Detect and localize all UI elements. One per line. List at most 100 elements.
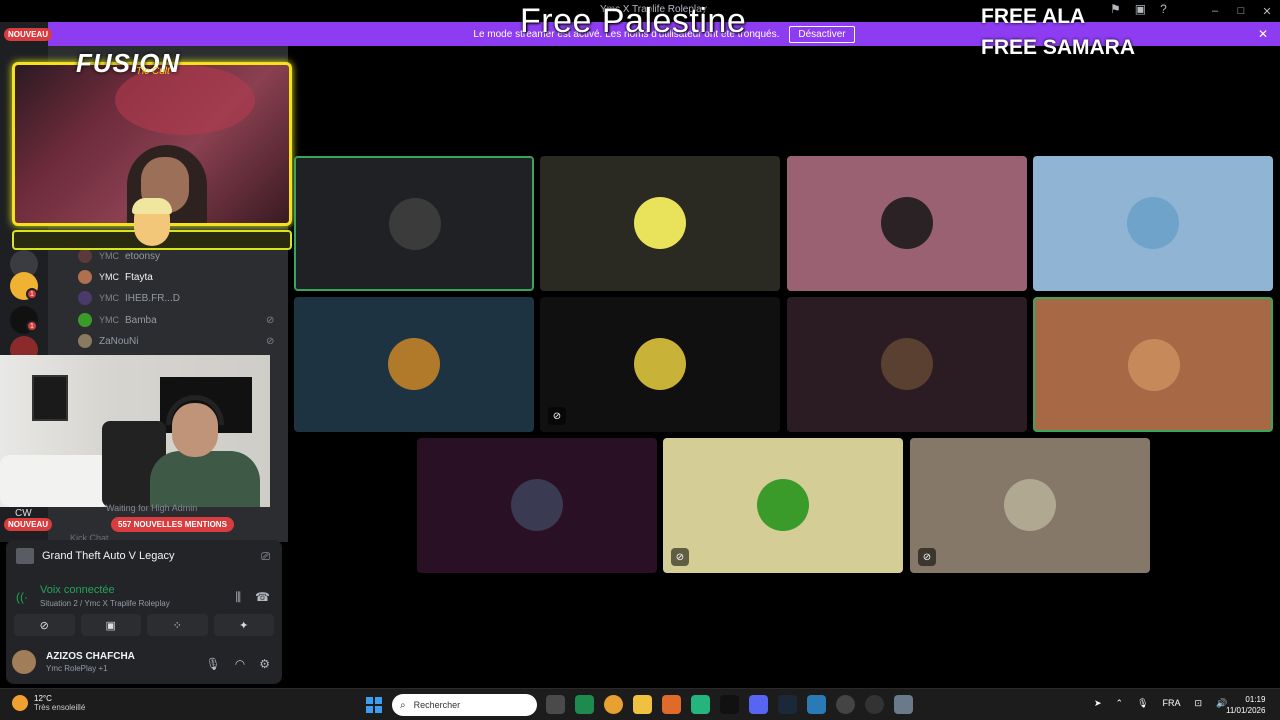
voice-tile[interactable] bbox=[294, 297, 534, 432]
voice-tile[interactable]: ⊘ bbox=[663, 438, 903, 573]
activities-button[interactable]: ⁘ bbox=[147, 614, 208, 636]
voice-member[interactable]: YMC IHEB.FR...D bbox=[78, 289, 180, 307]
voice-member[interactable]: YMC Ftayta bbox=[78, 268, 153, 286]
search-icon: ⌕ bbox=[400, 699, 406, 711]
avatar bbox=[12, 650, 36, 674]
weather-temp: 12°C bbox=[34, 694, 52, 703]
activity-row: Grand Theft Auto V Legacy bbox=[16, 548, 175, 564]
avatar bbox=[881, 338, 933, 390]
new-badge: NOUVEAU bbox=[4, 28, 53, 41]
avatar bbox=[881, 197, 933, 249]
avatar bbox=[389, 198, 441, 250]
muted-mic-icon: ⊘ bbox=[266, 315, 275, 326]
username: AZIZOS CHAFCHA bbox=[46, 651, 135, 662]
screen-icon[interactable]: ▣ bbox=[1135, 2, 1146, 16]
overlay-text: FREE SAMARA bbox=[981, 36, 1136, 59]
close-icon[interactable]: ✕ bbox=[1258, 27, 1268, 41]
voice-tile[interactable] bbox=[787, 156, 1027, 291]
noise-suppression-icon[interactable]: ⫼ bbox=[236, 590, 242, 605]
microphone-icon[interactable]: 🎙 bbox=[1137, 698, 1148, 709]
voice-action-row: ⊘ ▣ ⁘ ✦ bbox=[14, 614, 274, 636]
signal-icon[interactable]: ((· bbox=[16, 590, 28, 604]
voice-tile[interactable] bbox=[417, 438, 657, 573]
avatar bbox=[634, 197, 686, 249]
close-window-button[interactable]: ✕ bbox=[1254, 0, 1280, 22]
search-placeholder: Rechercher bbox=[413, 700, 461, 710]
maximize-button[interactable]: □ bbox=[1228, 0, 1254, 22]
fusion-subtitle: Tic Cult bbox=[136, 66, 170, 77]
user-status: Ymc RolePlay +1 bbox=[46, 664, 108, 673]
voice-member[interactable]: ZaNouNi bbox=[78, 332, 138, 350]
discord-icon[interactable] bbox=[749, 695, 768, 714]
clock[interactable]: 01:19 11/01/2026 bbox=[1226, 694, 1265, 716]
avatar bbox=[78, 249, 92, 263]
disconnect-icon[interactable]: ☎ bbox=[255, 590, 270, 605]
avatar bbox=[388, 338, 440, 390]
camera-off-button[interactable]: ⊘ bbox=[14, 614, 75, 636]
new-mentions-pill[interactable]: 557 NOUVELLES MENTIONS bbox=[111, 517, 234, 532]
unread-badge: 1 bbox=[26, 288, 38, 300]
app-icon[interactable] bbox=[807, 695, 826, 714]
gear-icon[interactable]: ⚙ bbox=[259, 657, 270, 671]
title-bar-icons: ⚑ ▣ ? bbox=[1110, 2, 1167, 16]
voice-tile[interactable] bbox=[294, 156, 534, 291]
app-icon[interactable] bbox=[662, 695, 681, 714]
avatar bbox=[78, 313, 92, 327]
voice-tile[interactable] bbox=[1033, 156, 1273, 291]
voice-tile[interactable] bbox=[1033, 297, 1273, 432]
screen: Ymc X Traplife Roleplay ⚑ ▣ ? – □ ✕ Le m… bbox=[0, 0, 1280, 720]
task-view-icon[interactable] bbox=[546, 695, 565, 714]
flag-icon[interactable]: ⚑ bbox=[1110, 2, 1121, 16]
new-badge: NOUVEAU bbox=[4, 518, 53, 531]
app-icon[interactable] bbox=[836, 695, 855, 714]
muted-mic-icon: ⊘ bbox=[548, 407, 566, 425]
headphones-icon[interactable]: ◠ bbox=[235, 657, 245, 671]
voice-member[interactable]: YMC Bamba bbox=[78, 311, 157, 329]
language-indicator[interactable]: FRA bbox=[1163, 698, 1181, 709]
weather-desc: Très ensoleillé bbox=[34, 703, 86, 712]
chevron-up-icon[interactable]: ⌃ bbox=[1116, 698, 1124, 709]
help-icon[interactable]: ? bbox=[1160, 2, 1167, 16]
taskbar-search[interactable]: ⌕ Rechercher bbox=[392, 694, 537, 716]
unread-badge: 1 bbox=[26, 320, 38, 332]
avatar bbox=[757, 479, 809, 531]
stream-icon[interactable]: ⎚ bbox=[261, 551, 270, 564]
chrome-icon[interactable] bbox=[604, 695, 623, 714]
disable-streamer-mode-button[interactable]: Désactiver bbox=[789, 25, 855, 43]
minimize-button[interactable]: – bbox=[1202, 0, 1228, 22]
channel-item[interactable]: Waiting for High Admin bbox=[106, 503, 197, 513]
taskbar: 12°C Très ensoleillé ⌕ Rechercher ➤ ⌃ 🎙 … bbox=[0, 688, 1280, 720]
media-player-icon[interactable] bbox=[865, 695, 884, 714]
voice-channel-path[interactable]: Situation 2 / Ymc X Traplife Roleplay bbox=[40, 599, 170, 608]
windows-start-icon[interactable] bbox=[366, 697, 382, 713]
voice-tile[interactable] bbox=[540, 156, 780, 291]
steam-icon[interactable] bbox=[778, 695, 797, 714]
folder-icon[interactable] bbox=[633, 695, 652, 714]
window-controls: – □ ✕ bbox=[1202, 0, 1280, 22]
system-tray: ➤ ⌃ 🎙 FRA ⊡ 🔊 bbox=[1094, 698, 1227, 709]
avatar bbox=[78, 291, 92, 305]
avatar bbox=[1128, 339, 1180, 391]
microphone-icon[interactable]: 🎙 bbox=[206, 657, 221, 671]
app-icon[interactable] bbox=[720, 695, 739, 714]
app-icon[interactable] bbox=[575, 695, 594, 714]
avatar bbox=[78, 334, 92, 348]
weather-widget[interactable]: 12°C Très ensoleillé bbox=[12, 694, 85, 712]
avatar bbox=[634, 338, 686, 390]
app-icon[interactable] bbox=[691, 695, 710, 714]
weather-icon bbox=[12, 695, 28, 711]
voice-tile[interactable]: ⊘ bbox=[540, 297, 780, 432]
settings-icon[interactable] bbox=[894, 695, 913, 714]
game-title: Grand Theft Auto V Legacy bbox=[42, 550, 175, 562]
overlay-text: FREE ALA bbox=[981, 5, 1086, 28]
avatar bbox=[1004, 479, 1056, 531]
user-info[interactable]: AZIZOS CHAFCHA Ymc RolePlay +1 bbox=[12, 650, 135, 674]
voice-status: Voix connectée Situation 2 / Ymc X Trapl… bbox=[40, 584, 170, 608]
voice-tile[interactable] bbox=[787, 297, 1027, 432]
voice-tile[interactable]: ⊘ bbox=[910, 438, 1150, 573]
overlay-title: Free Palestine bbox=[520, 2, 747, 40]
voice-connected-label: Voix connectée bbox=[40, 584, 115, 596]
share-screen-button[interactable]: ▣ bbox=[80, 614, 141, 636]
network-icon[interactable]: ⊡ bbox=[1195, 698, 1203, 709]
soundboard-button[interactable]: ✦ bbox=[213, 614, 274, 636]
